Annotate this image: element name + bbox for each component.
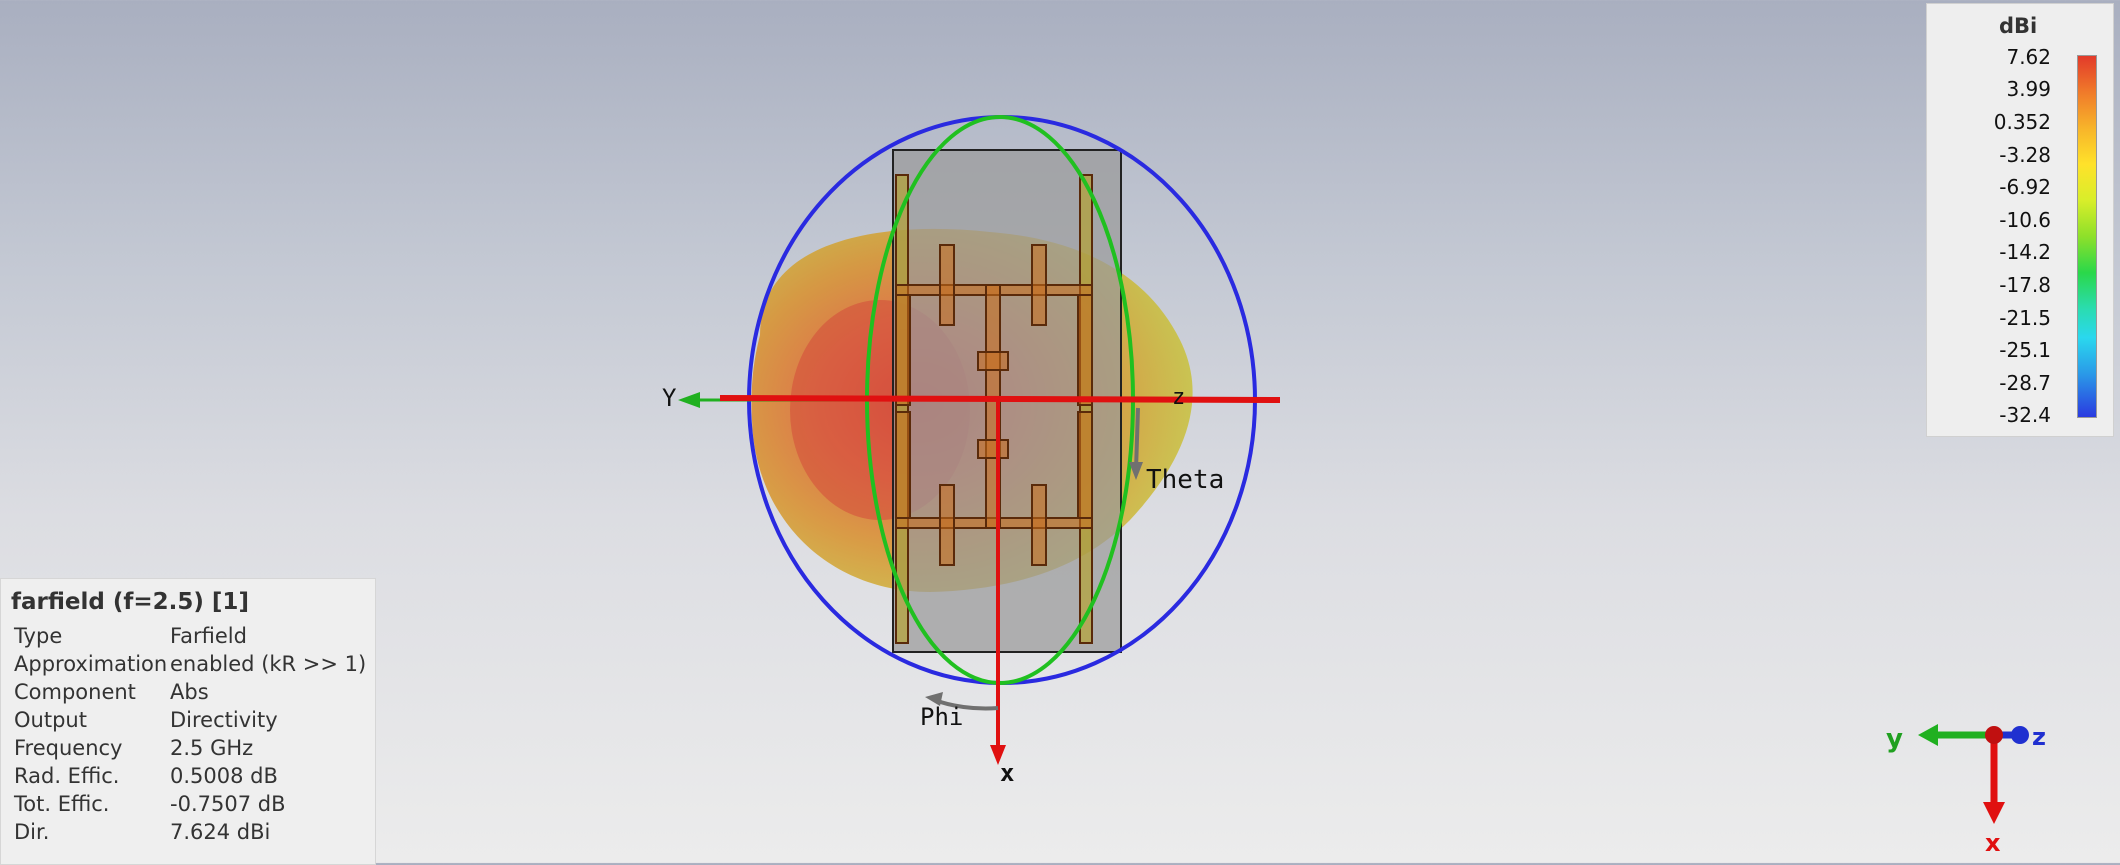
legend-tick: 0.352 [1993,110,2051,134]
info-value: 0.5008 dB [170,764,278,788]
legend-tick: -32.4 [1999,403,2051,427]
triad-label-z: z [2032,723,2046,751]
info-row-frequency: Frequency 2.5 GHz [14,736,253,760]
farfield-title: farfield (f=2.5) [1] [11,589,249,615]
legend-tick: -21.5 [1999,306,2051,330]
orientation-triad [1918,724,2029,824]
legend-tick: 3.99 [2006,77,2051,101]
legend-tick: -10.6 [1999,208,2051,232]
triad-label-x: x [1985,829,2001,857]
info-row-type: Type Farfield [14,624,247,648]
info-row-dir: Dir. 7.624 dBi [14,820,270,844]
legend-tick: -6.92 [1999,175,2051,199]
axis-label-x: x [1000,759,1014,787]
theta-label: Theta [1146,465,1224,495]
legend-tick: 7.62 [2006,45,2051,69]
info-value: Abs [170,680,209,704]
legend-tick: -3.28 [1999,143,2051,167]
info-value: Directivity [170,708,278,732]
legend-tick: -17.8 [1999,273,2051,297]
info-row-rad-effic: Rad. Effic. 0.5008 dB [14,764,278,788]
colorbar [2077,55,2097,418]
phi-label: Phi [920,703,963,731]
info-value: Farfield [170,624,247,648]
theta-arrow [1134,407,1140,471]
axis-label-z: z [1172,385,1185,410]
info-row-output: Output Directivity [14,708,278,732]
farfield-info-panel: farfield (f=2.5) [1] Type Farfield Approx… [0,578,376,865]
legend-tick: -28.7 [1999,371,2051,395]
axis-label-y: Y [662,384,677,412]
legend-tick: -25.1 [1999,338,2051,362]
info-key: Approximation [14,652,168,676]
info-value: 2.5 GHz [170,736,254,760]
info-key: Type [14,624,63,648]
color-legend: dBi 7.62 3.99 0.352 -3.28 -6.92 -10.6 -1… [1926,3,2114,437]
z-axis-line [719,395,1281,403]
y-axis-arrowhead [678,392,700,408]
info-row-approximation: Approximation enabled (kR >> 1) [14,652,366,676]
info-key: Frequency [14,736,123,760]
info-key: Component [14,680,136,704]
info-row-component: Component Abs [14,680,209,704]
info-value: 7.624 dBi [170,820,271,844]
info-value: -0.7507 dB [170,792,286,816]
info-key: Output [14,708,87,732]
info-row-tot-effic: Tot. Effic. -0.7507 dB [14,792,285,816]
legend-unit: dBi [1999,14,2038,38]
info-key: Rad. Effic. [14,764,120,788]
legend-tick: -14.2 [1999,240,2051,264]
info-value: enabled (kR >> 1) [170,652,367,676]
info-key: Tot. Effic. [14,792,110,816]
triad-label-y: y [1886,724,1903,754]
info-key: Dir. [14,820,50,844]
